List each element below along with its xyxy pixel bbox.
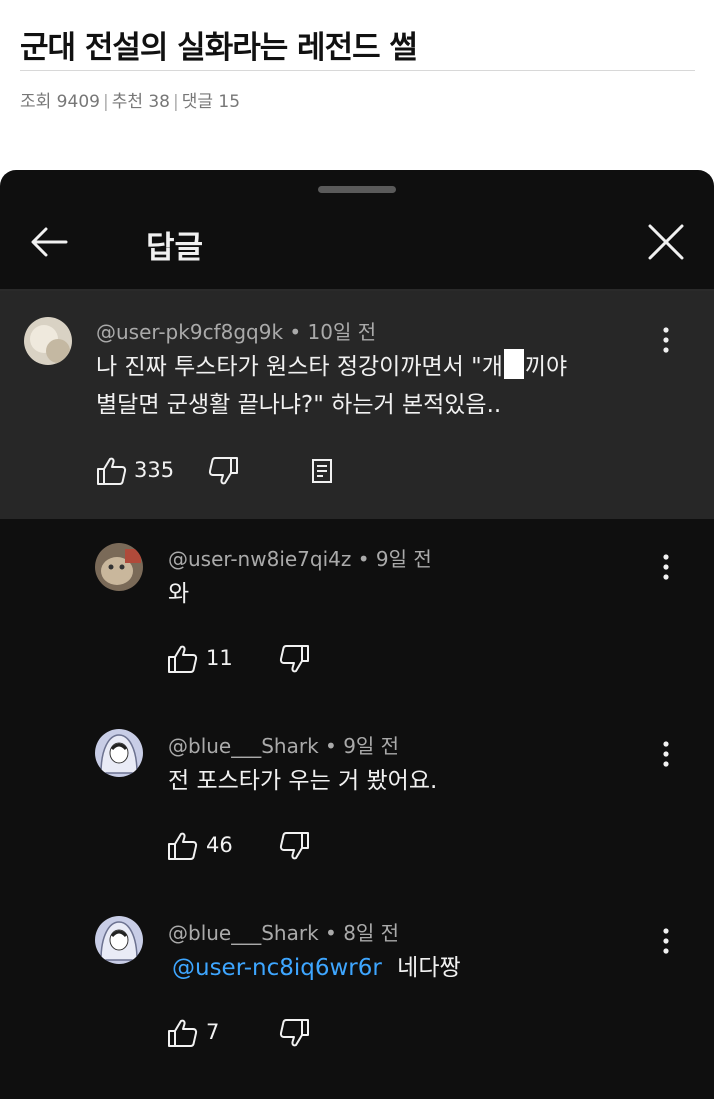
more-vert-icon[interactable] [656, 926, 676, 956]
comment-text-part: 끼야 [524, 354, 568, 380]
post-title: 군대 전설의 실화라는 레전드 썰 [20, 30, 418, 66]
comment-count: 댓글 15 [181, 92, 241, 112]
replies-sheet: 답글 @user-pk9cf8gq9k • 10일 전 나 진짜 투스타가 원스… [0, 170, 714, 1099]
avatar[interactable] [95, 729, 143, 777]
like-count: 11 [206, 646, 233, 670]
arrow-left-icon[interactable] [28, 220, 72, 264]
thumbs-up-icon[interactable] [167, 644, 199, 674]
more-vert-icon[interactable] [656, 325, 676, 355]
thumbs-down-icon[interactable] [207, 456, 239, 486]
parent-comment: @user-pk9cf8gq9k • 10일 전 나 진짜 투스타가 원스타 정… [0, 291, 714, 519]
like-count: 335 [134, 458, 175, 482]
avatar[interactable] [95, 916, 143, 964]
like-count: 7 [206, 1020, 220, 1044]
comment-text: 나 진짜 투스타가 원스타 정강이까면서 "개 끼야 별달면 군생활 끝나냐?" … [96, 348, 567, 424]
reply-icon[interactable] [306, 456, 338, 486]
like-count: 추천 38 [111, 92, 171, 112]
comment-line-2: 별달면 군생활 끝나냐?" 하는거 본적있음.. [96, 392, 502, 418]
mention-link[interactable]: @user-nc8iq6wr6r [172, 955, 382, 981]
like-count: 46 [206, 833, 233, 857]
thumbs-down-icon[interactable] [278, 831, 310, 861]
meta-dot: • [325, 921, 337, 945]
redaction-block [503, 349, 524, 379]
thumbs-down-icon[interactable] [278, 644, 310, 674]
comment-meta: @blue___Shark • 8일 전 [168, 917, 399, 946]
comment-author[interactable]: @user-pk9cf8gq9k [96, 320, 283, 344]
comment-author[interactable]: @user-nw8ie7qi4z [168, 547, 351, 571]
meta-separator: | [102, 92, 109, 112]
thumbs-down-icon[interactable] [278, 1018, 310, 1048]
meta-dot: • [289, 320, 302, 344]
avatar[interactable] [95, 543, 143, 591]
comment-time: 9일 전 [343, 734, 400, 758]
thumbs-up-icon[interactable] [167, 1018, 199, 1048]
comment-time: 10일 전 [307, 320, 377, 344]
avatar[interactable] [24, 317, 72, 365]
post-meta: 조회 9409 | 추천 38 | 댓글 15 [20, 87, 240, 112]
comment-time: 8일 전 [343, 921, 400, 945]
comment-author[interactable]: @blue___Shark [168, 734, 319, 758]
comment-meta: @blue___Shark • 9일 전 [168, 730, 399, 759]
more-vert-icon[interactable] [656, 739, 676, 769]
post-divider [20, 70, 695, 71]
thumbs-up-icon[interactable] [96, 456, 128, 486]
comment-line-1: 나 진짜 투스타가 원스타 정강이까면서 "개 끼야 [96, 348, 567, 386]
comment-text: 와 [168, 581, 190, 607]
view-count: 조회 9409 [20, 92, 100, 112]
drag-handle[interactable] [318, 186, 396, 193]
comment-text: 전 포스타가 우는 거 봤어요. [168, 768, 438, 794]
meta-separator: | [173, 92, 179, 112]
comment-meta: @user-nw8ie7qi4z • 9일 전 [168, 543, 432, 572]
comment-text-part: 나 진짜 투스타가 원스타 정강이까면서 "개 [96, 354, 503, 380]
comment-text-part: 네다짱 [397, 955, 461, 981]
comment-meta: @user-pk9cf8gq9k • 10일 전 [96, 316, 376, 345]
thumbs-up-icon[interactable] [167, 831, 199, 861]
comment-time: 9일 전 [375, 547, 432, 571]
sheet-title: 답글 [146, 230, 204, 266]
more-vert-icon[interactable] [656, 552, 676, 582]
meta-dot: • [357, 547, 370, 571]
comment-text: @user-nc8iq6wr6r 네다짱 [172, 949, 461, 987]
meta-dot: • [325, 734, 337, 758]
close-icon[interactable] [646, 222, 686, 262]
comment-author[interactable]: @blue___Shark [168, 921, 319, 945]
